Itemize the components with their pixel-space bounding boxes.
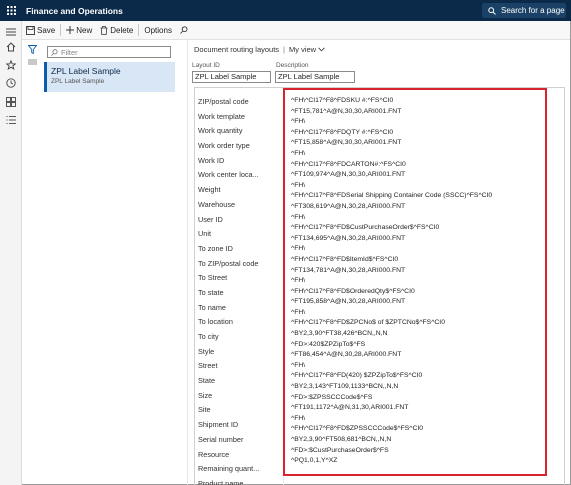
hamburger-icon[interactable] [5, 26, 17, 38]
field-list-item[interactable]: Serial number [198, 433, 283, 448]
app-launcher-icon[interactable] [0, 0, 22, 21]
list-column-strip [22, 57, 44, 485]
field-list-item[interactable]: Street [198, 359, 283, 374]
description-field[interactable]: ZPL Label Sample [275, 71, 355, 83]
new-label: New [76, 25, 93, 35]
layout-id-label: Layout ID [192, 62, 220, 69]
field-list: ZIP/postal code Work template Work quantit… [198, 95, 284, 485]
field-list-item[interactable]: Style [198, 345, 283, 360]
delete-label: Delete [110, 25, 134, 35]
list-pane: Filter ZPL Label Sample ZPL Label Sample [22, 40, 187, 485]
field-list-item[interactable]: To zone ID [198, 242, 283, 257]
plus-icon [66, 26, 75, 34]
chevron-down-icon[interactable] [318, 47, 325, 52]
field-list-item[interactable]: Size [198, 389, 283, 404]
filter-placeholder: Filter [61, 47, 78, 57]
field-list-item[interactable]: Weight [198, 183, 283, 198]
list-item-title: ZPL Label Sample [51, 66, 121, 76]
app-title: Finance and Operations [26, 5, 123, 16]
delete-button[interactable]: Delete [96, 21, 137, 40]
star-icon[interactable] [5, 59, 17, 71]
field-list-item[interactable]: ZIP/postal code [198, 95, 283, 110]
field-list-item[interactable]: Product name [198, 477, 283, 485]
filter-input[interactable]: Filter [47, 46, 171, 58]
field-list-item[interactable]: To city [198, 330, 283, 345]
search-label: Search for a page [501, 6, 565, 15]
field-list-item[interactable]: Shipment ID [198, 418, 283, 433]
options-label: Options [144, 25, 172, 35]
list-item-subtitle: ZPL Label Sample [51, 78, 105, 85]
field-list-item[interactable]: To state [198, 286, 283, 301]
top-bar: Finance and Operations Search for a page [0, 0, 571, 21]
options-button[interactable]: Options [140, 21, 176, 40]
workspaces-icon[interactable] [5, 96, 17, 108]
list-menu-icon[interactable] [28, 59, 37, 65]
action-search-button[interactable] [176, 21, 194, 40]
layout-id-field[interactable]: ZPL Label Sample [192, 71, 271, 83]
field-list-item[interactable]: State [198, 374, 283, 389]
breadcrumb-layouts[interactable]: Document routing layouts [194, 45, 279, 54]
clock-icon[interactable] [5, 77, 17, 89]
save-icon [26, 25, 35, 35]
search-page-button[interactable]: Search for a page [482, 3, 566, 18]
breadcrumb-separator: | [283, 45, 285, 54]
search-icon [180, 26, 188, 34]
description-label: Description [276, 62, 309, 69]
field-list-item[interactable]: Site [198, 403, 283, 418]
divider [138, 24, 140, 36]
highlight-box [283, 88, 547, 476]
left-nav [0, 21, 22, 485]
field-list-item[interactable]: To Street [198, 271, 283, 286]
new-button[interactable]: New [62, 21, 96, 40]
action-pane: Save New Delete Options [22, 21, 570, 40]
field-list-item[interactable]: Resource [198, 448, 283, 463]
field-list-item[interactable]: To location [198, 315, 283, 330]
field-list-item[interactable]: Work template [198, 110, 283, 125]
field-list-item[interactable]: Work center loca... [198, 168, 283, 183]
field-list-item[interactable]: Unit [198, 227, 283, 242]
save-button[interactable]: Save [22, 21, 59, 40]
search-icon [488, 6, 496, 15]
filter-icon[interactable] [28, 45, 37, 54]
field-list-item[interactable]: Work order type [198, 139, 283, 154]
divider [60, 24, 62, 36]
list-item[interactable]: ZPL Label Sample ZPL Label Sample [44, 62, 175, 92]
home-icon[interactable] [5, 41, 17, 53]
view-selector[interactable]: My view [289, 45, 316, 54]
search-icon [51, 48, 58, 56]
field-list-item[interactable]: To ZIP/postal code [198, 257, 283, 272]
field-list-item[interactable]: To name [198, 301, 283, 316]
field-list-item[interactable]: User ID [198, 213, 283, 228]
field-list-item[interactable]: Work ID [198, 154, 283, 169]
field-list-item[interactable]: Work quantity [198, 124, 283, 139]
modules-icon[interactable] [5, 114, 17, 126]
breadcrumb: Document routing layouts | My view [194, 45, 325, 54]
field-list-item[interactable]: Warehouse [198, 198, 283, 213]
field-list-item[interactable]: Remaining quant... [198, 462, 283, 477]
trash-icon [100, 25, 108, 35]
save-label: Save [37, 25, 56, 35]
